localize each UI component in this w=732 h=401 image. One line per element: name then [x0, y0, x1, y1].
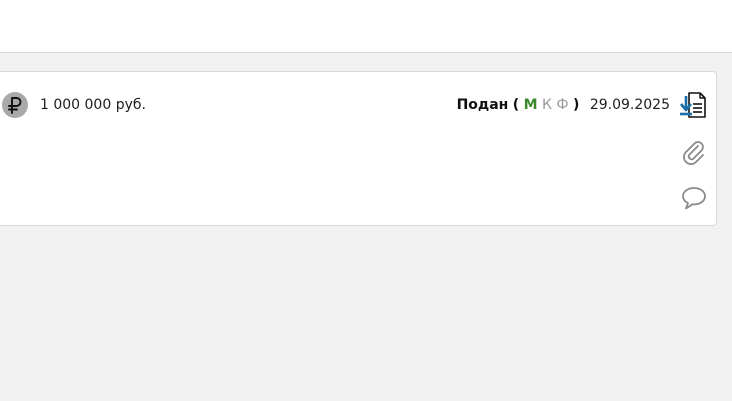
download-document-icon[interactable]	[678, 90, 708, 120]
status-m: М	[523, 97, 538, 113]
status-label: Подан	[456, 97, 509, 113]
payment-card	[0, 71, 717, 226]
status-close-paren: )	[572, 97, 580, 113]
status-k: К	[542, 97, 552, 113]
ruble-icon	[2, 92, 28, 118]
status-line: Подан ( М К Ф ) 29.09.2025	[457, 97, 670, 113]
amount-text: 1 000 000 руб.	[40, 97, 146, 113]
paperclip-icon[interactable]	[681, 140, 707, 166]
comment-icon[interactable]	[680, 185, 708, 211]
status-f: Ф	[556, 97, 569, 113]
status-open-paren: (	[512, 97, 520, 113]
top-bar	[0, 0, 732, 53]
status-date: 29.09.2025	[589, 97, 670, 113]
